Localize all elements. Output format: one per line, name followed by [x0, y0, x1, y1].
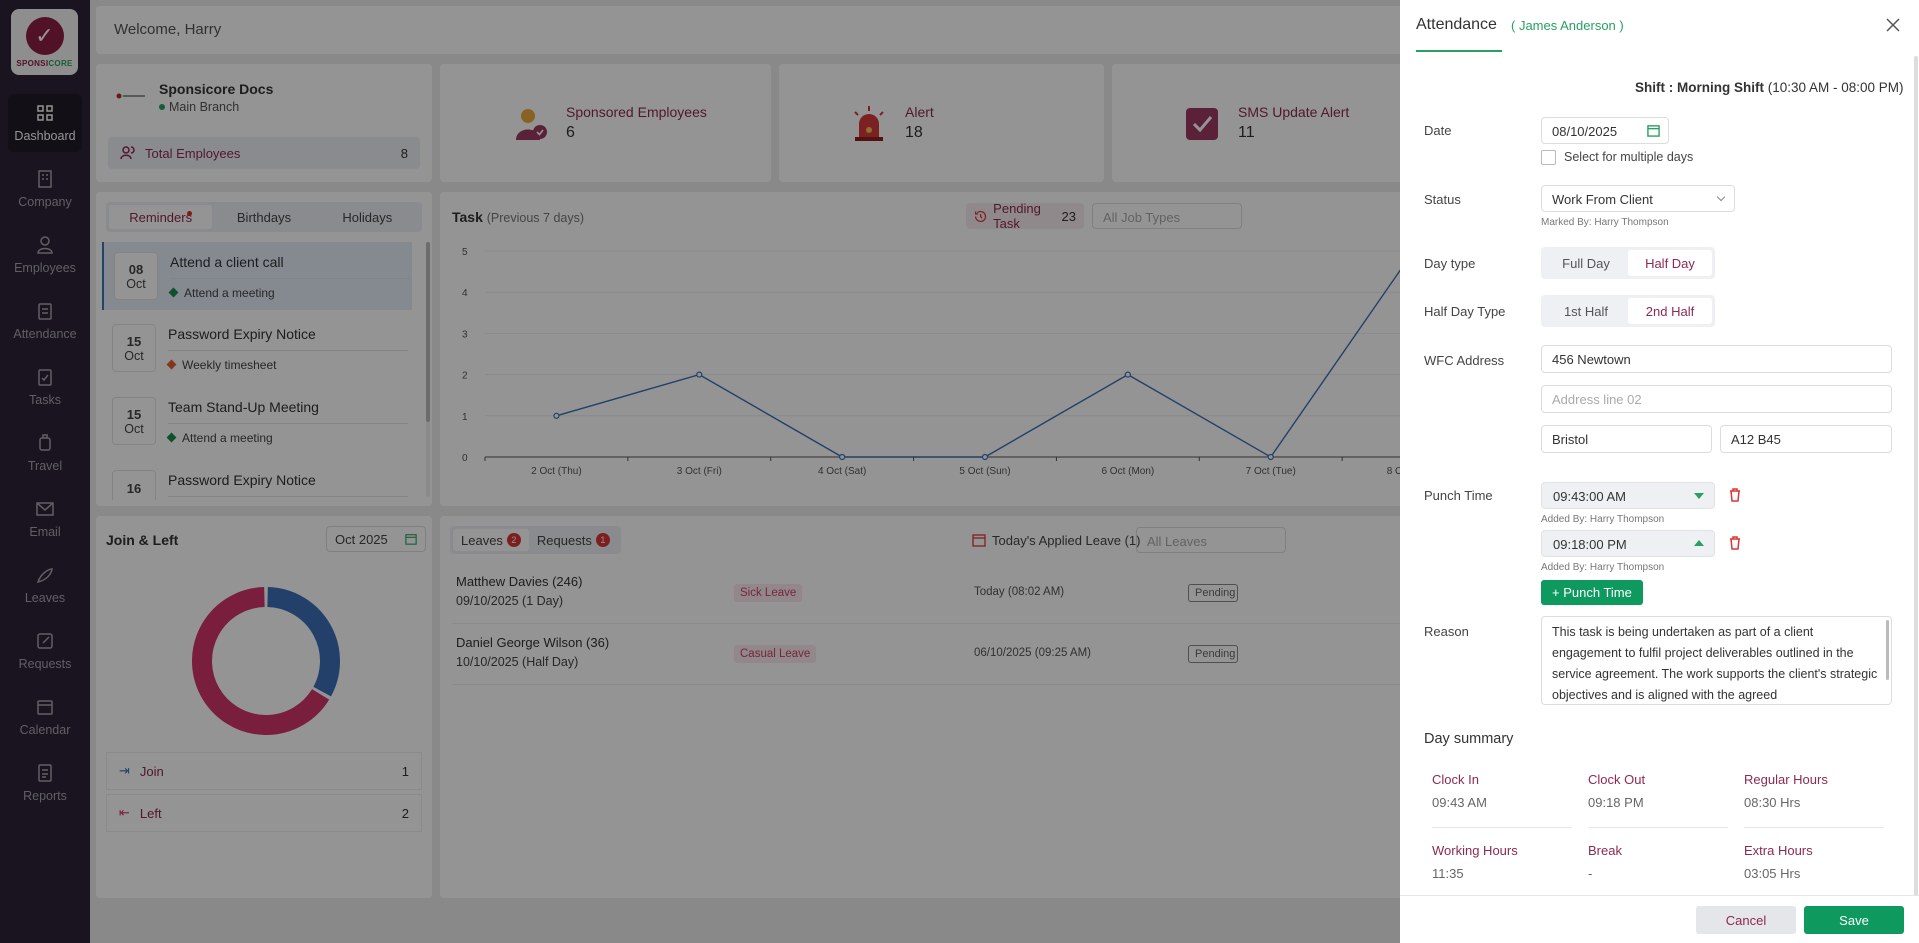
- punch-time-label: Punch Time: [1424, 488, 1493, 503]
- cancel-button[interactable]: Cancel: [1696, 906, 1796, 934]
- wfc-address-label: WFC Address: [1424, 353, 1505, 368]
- address-line2-input[interactable]: Address line 02: [1541, 385, 1892, 413]
- date-label: Date: [1424, 123, 1452, 138]
- divider: [1432, 827, 1572, 828]
- half-day-type-toggle: 1st Half 2nd Half: [1541, 295, 1715, 327]
- attendance-drawer: Attendance ( James Anderson ) Shift : Mo…: [1400, 0, 1919, 943]
- shift-info: Shift : Morning Shift (10:30 AM - 08:00 …: [1635, 80, 1904, 95]
- divider: [1744, 827, 1884, 828]
- punch-in-added-by: Added By: Harry Thompson: [1541, 514, 1665, 525]
- reason-textarea[interactable]: This task is being undertaken as part of…: [1541, 616, 1892, 705]
- title-underline: [1416, 50, 1502, 52]
- punch-in-time[interactable]: 09:43:00 AM: [1541, 482, 1715, 509]
- punch-out-time[interactable]: 09:18:00 PM: [1541, 530, 1715, 557]
- summary-working-hours: Working Hours 11:35: [1432, 843, 1518, 881]
- day-type-toggle: Full Day Half Day: [1541, 247, 1715, 279]
- divider: [1588, 827, 1728, 828]
- add-punch-time-button[interactable]: + Punch Time: [1541, 580, 1643, 605]
- drawer-title: Attendance: [1416, 16, 1497, 33]
- summary-break: Break -: [1588, 843, 1622, 881]
- summary-clock-in: Clock In 09:43 AM: [1432, 772, 1487, 810]
- multiple-days-label: Select for multiple days: [1564, 150, 1694, 164]
- drawer-employee-name: ( James Anderson ): [1511, 18, 1624, 33]
- drawer-scrollbar[interactable]: [1914, 56, 1918, 896]
- save-button[interactable]: Save: [1804, 906, 1904, 934]
- status-select[interactable]: Work From Client: [1541, 185, 1735, 212]
- calendar-icon: [1647, 125, 1660, 137]
- footer-divider: [1400, 895, 1919, 896]
- multiple-days-checkbox[interactable]: [1541, 150, 1556, 165]
- reason-scrollbar[interactable]: [1886, 620, 1889, 680]
- caret-down-icon: [1694, 493, 1704, 499]
- day-type-full[interactable]: Full Day: [1544, 250, 1628, 276]
- day-type-label: Day type: [1424, 256, 1476, 271]
- city-input[interactable]: Bristol: [1541, 425, 1712, 453]
- postcode-input[interactable]: A12 B45: [1720, 425, 1892, 453]
- day-summary-title: Day summary: [1424, 731, 1514, 747]
- summary-clock-out: Clock Out 09:18 PM: [1588, 772, 1646, 810]
- summary-regular-hours: Regular Hours 08:30 Hrs: [1744, 772, 1828, 810]
- day-type-half[interactable]: Half Day: [1628, 250, 1712, 276]
- summary-extra-hours: Extra Hours 03:05 Hrs: [1744, 843, 1813, 881]
- half-day-second[interactable]: 2nd Half: [1628, 298, 1712, 324]
- caret-up-icon: [1694, 540, 1704, 546]
- trash-icon[interactable]: [1727, 487, 1743, 503]
- trash-icon[interactable]: [1727, 535, 1743, 551]
- date-picker[interactable]: 08/10/2025: [1541, 117, 1669, 144]
- marked-by: Marked By: Harry Thompson: [1541, 217, 1669, 228]
- punch-out-added-by: Added By: Harry Thompson: [1541, 562, 1665, 573]
- reason-label: Reason: [1424, 624, 1469, 639]
- close-icon[interactable]: [1884, 16, 1902, 34]
- half-day-first[interactable]: 1st Half: [1544, 298, 1628, 324]
- half-day-type-label: Half Day Type: [1424, 304, 1506, 319]
- address-line1-input[interactable]: 456 Newtown: [1541, 345, 1892, 373]
- status-label: Status: [1424, 192, 1461, 207]
